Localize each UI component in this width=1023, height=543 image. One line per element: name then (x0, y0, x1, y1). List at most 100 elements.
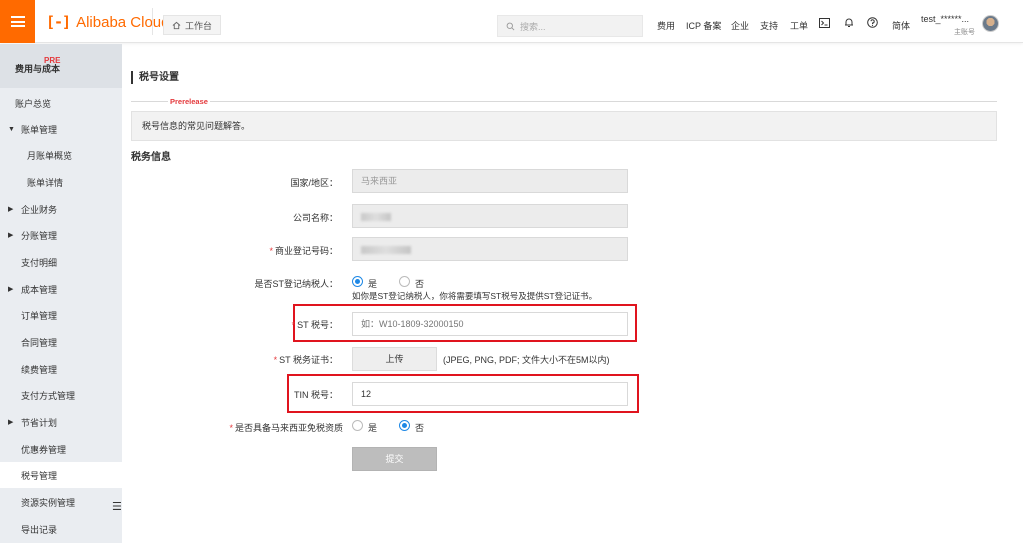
menu-button[interactable] (0, 0, 35, 43)
tax-exempt-no-radio[interactable] (399, 420, 410, 431)
workbench-label: 工作台 (185, 20, 213, 31)
sidebar-item-label: 成本管理 (21, 284, 58, 295)
country-label: 国家/地区： (290, 178, 338, 188)
section-title: 税务信息 (131, 152, 171, 163)
reg-number-field (352, 237, 628, 261)
menu-icon (10, 16, 25, 27)
country-field: 马来西亚 (352, 169, 628, 193)
st-registered-yes-label[interactable]: 是 (368, 277, 377, 290)
sidebar-item-label: 续费管理 (21, 364, 58, 375)
avatar[interactable] (982, 15, 999, 32)
divider (152, 8, 153, 35)
sidebar-item[interactable]: 优惠券管理 (0, 436, 122, 462)
sidebar-item-label: 月账单概览 (27, 150, 73, 161)
nav-icp[interactable]: ICP 备案 (686, 19, 721, 32)
sidebar-item-label: 合同管理 (21, 337, 58, 348)
reg-label: * 商业登记号码： (269, 246, 338, 256)
nav-billing[interactable]: 费用 (657, 19, 675, 32)
redacted-company (361, 212, 391, 221)
sidebar: 费用与成本 PRE 账户总览 ▼ 账单管理月账单概览账单详情 ▶ 企业财务 ▶ 分账管理支付… (0, 44, 122, 543)
collapse-sidebar-icon[interactable]: ☰ (112, 500, 122, 513)
workbench-button[interactable]: 工作台 (163, 15, 222, 35)
caret-right-icon: ▶ (8, 419, 14, 426)
logo[interactable]: [-] Alibaba Cloud (46, 13, 170, 31)
sidebar-item[interactable]: ▶ 企业财务 (0, 196, 122, 222)
sidebar-item[interactable]: 账户总览 (0, 90, 122, 116)
sidebar-item[interactable]: 账单详情 (0, 169, 122, 195)
notice-text: 税号信息的常见问题解答。 (142, 121, 251, 131)
nav-enterprise[interactable]: 企业 (731, 19, 749, 32)
sidebar-item[interactable]: 支付明细 (0, 249, 122, 275)
sidebar-item[interactable]: 支付方式管理 (0, 382, 122, 408)
top-bar: [-] Alibaba Cloud 工作台 搜索... 费用 ICP 备案 企业… (0, 0, 1023, 43)
sidebar-item[interactable]: 合同管理 (0, 329, 122, 355)
logo-mark: [-] (46, 13, 71, 31)
st-registered-label: 是否ST登记纳税人： (254, 279, 338, 289)
st-registered-yes-radio[interactable] (352, 276, 363, 287)
faq-notice[interactable]: 税号信息的常见问题解答。 (131, 111, 997, 141)
st-tax-label: * ST 税号： (291, 320, 338, 330)
user-name: test_******... (921, 14, 970, 24)
sidebar-item-label: 资源实例管理 (21, 497, 76, 508)
sidebar-item[interactable]: ▼ 账单管理 (0, 116, 122, 142)
sidebar-item-label: 企业财务 (21, 204, 58, 215)
sidebar-item-label: 节省计划 (21, 417, 58, 428)
caret-right-icon: ▶ (8, 232, 14, 239)
sidebar-item[interactable]: 月账单概览 (0, 142, 122, 168)
language-switch[interactable]: 简体 (892, 19, 910, 32)
sidebar-item-label: 导出记录 (21, 524, 58, 535)
sidebar-item[interactable]: 导出记录 (0, 516, 122, 542)
tax-exempt-no-label[interactable]: 否 (415, 421, 424, 434)
tin-input[interactable] (352, 382, 628, 406)
user-role: 主账号 (954, 29, 975, 36)
search-placeholder: 搜索... (520, 21, 546, 32)
company-label: 公司名称： (292, 213, 338, 223)
caret-down-icon: ▼ (8, 125, 15, 133)
company-field (352, 204, 628, 228)
st-tax-label-text: ST 税号： (297, 320, 338, 330)
nav-ticket[interactable]: 工单 (790, 19, 808, 32)
st-cert-label: * ST 税务证书： (273, 355, 338, 365)
caret-right-icon: ▶ (8, 206, 14, 213)
sidebar-item-label: 账单管理 (21, 124, 58, 135)
sidebar-item-label: 优惠券管理 (21, 444, 67, 455)
tax-exempt-label: * 是否具备马来西亚免税资质 (229, 423, 343, 433)
home-icon (172, 21, 181, 29)
sidebar-item[interactable]: 税号管理 (0, 462, 122, 488)
tax-exempt-yes-radio[interactable] (352, 420, 363, 431)
sidebar-item[interactable]: ▶ 成本管理 (0, 276, 122, 302)
sidebar-item[interactable]: 订单管理 (0, 302, 122, 328)
upload-button[interactable]: 上传 (352, 347, 437, 371)
tax-exempt-label-text: 是否具备马来西亚免税资质 (234, 423, 343, 433)
st-tax-input[interactable] (352, 312, 628, 336)
st-registered-no-label[interactable]: 否 (415, 277, 424, 290)
pre-badge: PRE (44, 56, 61, 65)
caret-right-icon: ▶ (8, 286, 14, 293)
sidebar-item-label: 账户总览 (15, 98, 52, 109)
divider (131, 101, 997, 102)
sidebar-item[interactable]: ▶ 分账管理 (0, 222, 122, 248)
sidebar-header: 费用与成本 PRE (0, 44, 122, 88)
submit-button[interactable]: 提交 (352, 447, 437, 471)
redacted-reg-number (361, 245, 411, 254)
sidebar-item[interactable]: 续费管理 (0, 356, 122, 382)
st-cert-label-text: ST 税务证书： (279, 355, 338, 365)
sidebar-item-label: 税号管理 (21, 470, 58, 481)
prerelease-label: Prerelease (168, 97, 210, 106)
tax-exempt-yes-label[interactable]: 是 (368, 421, 377, 434)
terminal-icon[interactable] (819, 17, 830, 28)
sidebar-item-label: 订单管理 (21, 310, 58, 321)
help-icon[interactable] (867, 17, 878, 28)
st-registered-no-radio[interactable] (399, 276, 410, 287)
nav-support[interactable]: 支持 (760, 19, 778, 32)
sidebar-item[interactable]: 资源实例管理 (0, 489, 122, 515)
sidebar-item-label: 支付方式管理 (21, 390, 76, 401)
sidebar-item-label: 支付明细 (21, 257, 58, 268)
tin-label: TIN 税号： (294, 390, 338, 400)
search-input[interactable]: 搜索... (497, 15, 643, 37)
user-menu[interactable]: test_******... 主账号 (921, 14, 975, 36)
search-icon (506, 22, 515, 30)
bell-icon[interactable] (843, 17, 854, 28)
sidebar-item-label: 账单详情 (27, 177, 64, 188)
sidebar-item[interactable]: ▶ 节省计划 (0, 409, 122, 435)
